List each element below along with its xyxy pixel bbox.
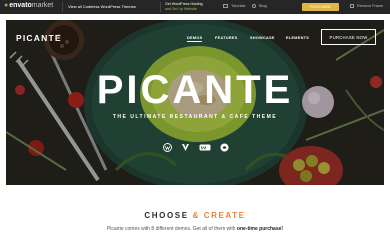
logo-text: envato [9,2,32,9]
view-all-themes-link[interactable]: View all Codeless WordPress Themes [68,4,136,9]
remove-frame-icon [350,4,354,8]
nav-features[interactable]: FEATURES [215,36,238,40]
hero-section: PICANTE DEMOS FEATURES SHOWCASE ELEMENTS… [6,20,384,185]
nav-demos[interactable]: DEMOS [187,36,203,42]
nav-elements[interactable]: ELEMENTS [286,36,309,40]
section-title: CHOOSE & CREATE [0,211,390,220]
purchase-now-button[interactable]: PURCHASE NOW [321,29,376,45]
wordpress-hosting-link[interactable]: Get WordPress Hosting and Set Up Website [165,2,203,11]
description-highlight: one-time purchase! [236,226,284,232]
divider [62,2,63,12]
hosting-line-1: Get WordPress Hosting [165,2,203,6]
divider [160,2,161,12]
description-text: Picante comes with 8 different demos. Ge… [106,226,236,232]
remove-frame-label: Remove Frame [357,4,384,8]
vc-icon [181,143,190,152]
section-description: Picante comes with 8 different demos. Ge… [0,226,390,232]
title-create: CREATE [203,211,246,220]
blog-label: Blog [259,4,267,8]
blog-icon [252,4,256,8]
envato-leaf-icon: ● [4,2,9,9]
hero-title: PICANTE [96,68,294,112]
site-logo[interactable]: PICANTE [16,33,62,43]
hosting-line-2: and Set Up Website [165,6,197,11]
title-choose: CHOOSE [144,211,189,220]
hero-subtitle: THE ULTIMATE RESTAURANT & CAFE THEME [112,114,278,120]
envato-market-bar: ●envatomarket View all Codeless WordPres… [0,0,390,14]
wpml-icon [220,143,229,152]
purchase-button[interactable]: PURCHASE [302,3,339,11]
wordpress-icon [163,143,172,152]
tutorials-icon [223,4,228,8]
tutorials-label: Tutorials [231,4,246,8]
title-ampersand: & [192,211,200,220]
woo-icon [199,143,211,152]
remove-frame-link[interactable]: Remove Frame [350,4,383,8]
logo-suffix: market [31,2,54,9]
envato-market-logo[interactable]: ●envatomarket [4,2,53,9]
nav-showcase[interactable]: SHOWCASE [250,36,275,40]
tutorials-link[interactable]: Tutorials [223,4,245,8]
blog-link[interactable]: Blog [252,4,267,8]
